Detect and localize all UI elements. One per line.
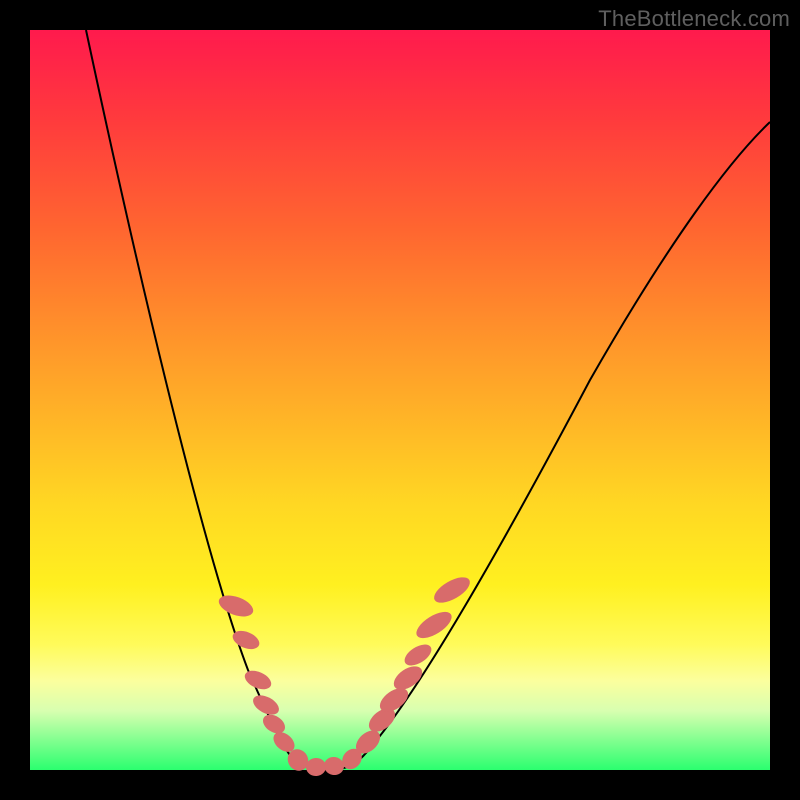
curve-marker — [250, 691, 282, 718]
curve-markers — [216, 572, 474, 777]
plot-area — [30, 30, 770, 770]
watermark-text: TheBottleneck.com — [598, 6, 790, 32]
curve-marker — [216, 591, 256, 620]
curve-marker — [401, 640, 435, 669]
bottleneck-curve — [86, 30, 770, 770]
curve-marker — [242, 667, 274, 693]
curve-svg — [30, 30, 770, 770]
curve-marker — [305, 757, 326, 777]
chart-container: TheBottleneck.com — [0, 0, 800, 800]
curve-marker — [412, 607, 455, 643]
curve-marker — [323, 755, 346, 776]
